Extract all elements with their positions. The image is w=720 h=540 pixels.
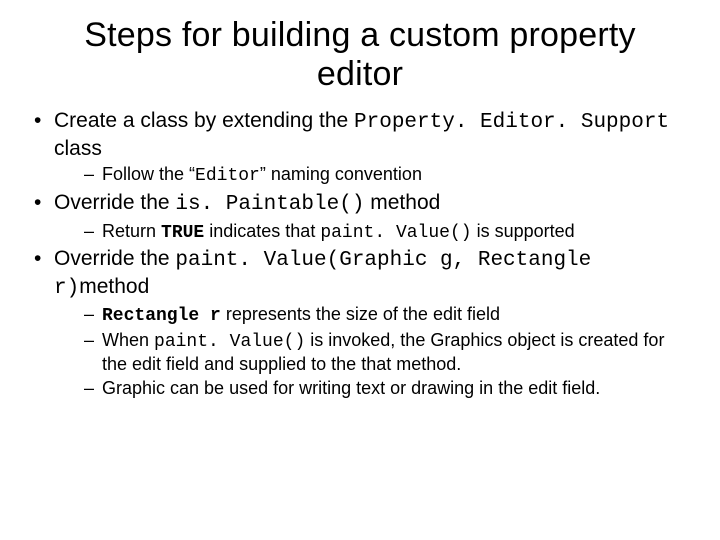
bullet-3: Override the paint. Value(Graphic g, Rec… [30, 246, 690, 399]
bullet-2-post: method [364, 191, 440, 214]
bullet-1-sub-1-post: ” naming convention [260, 164, 422, 184]
bullet-2-sub-1-mid: indicates that [204, 221, 320, 241]
bullet-1-sublist: Follow the “Editor” naming convention [54, 163, 690, 188]
bullet-3-sub-1-post: represents the size of the edit field [221, 304, 500, 324]
bullet-3-sublist: Rectangle r represents the size of the e… [54, 303, 690, 399]
slide-title: Steps for building a custom property edi… [70, 16, 650, 94]
bullet-2-sub-1-post: is supported [472, 221, 575, 241]
bullet-2-code: is. Paintable() [175, 193, 364, 216]
bullet-1-sub-1-pre: Follow the “ [102, 164, 195, 184]
bullet-3-sub-2-code: paint. Value() [154, 332, 305, 352]
bullet-1-text-pre: Create a class by extending the [54, 109, 354, 132]
bullet-1: Create a class by extending the Property… [30, 108, 690, 188]
bullet-2-pre: Override the [54, 191, 175, 214]
bullet-3-post: method [79, 275, 149, 298]
bullet-2-sub-1-code: paint. Value() [320, 223, 471, 243]
bullet-1-sub-1-code: Editor [195, 166, 260, 186]
bullet-1-sub-1: Follow the “Editor” naming convention [54, 163, 690, 188]
bullet-3-sub-3: Graphic can be used for writing text or … [54, 377, 690, 400]
bullet-2-sub-1-pre: Return [102, 221, 161, 241]
bullet-3-sub-2: When paint. Value() is invoked, the Grap… [54, 329, 690, 376]
bullet-3-sub-2-pre: When [102, 330, 154, 350]
bullet-2-sublist: Return TRUE indicates that paint. Value(… [54, 220, 690, 245]
bullet-2-sub-1-bold: TRUE [161, 223, 204, 243]
bullet-3-sub-1-code: Rectangle r [102, 306, 221, 326]
bullet-list: Create a class by extending the Property… [30, 108, 690, 399]
bullet-2-sub-1: Return TRUE indicates that paint. Value(… [54, 220, 690, 245]
slide: Steps for building a custom property edi… [0, 0, 720, 540]
bullet-2: Override the is. Paintable() method Retu… [30, 190, 690, 244]
bullet-3-sub-1: Rectangle r represents the size of the e… [54, 303, 690, 328]
bullet-1-text-post: class [54, 137, 102, 160]
bullet-1-code: Property. Editor. Support [354, 111, 669, 134]
bullet-3-pre: Override the [54, 247, 175, 270]
